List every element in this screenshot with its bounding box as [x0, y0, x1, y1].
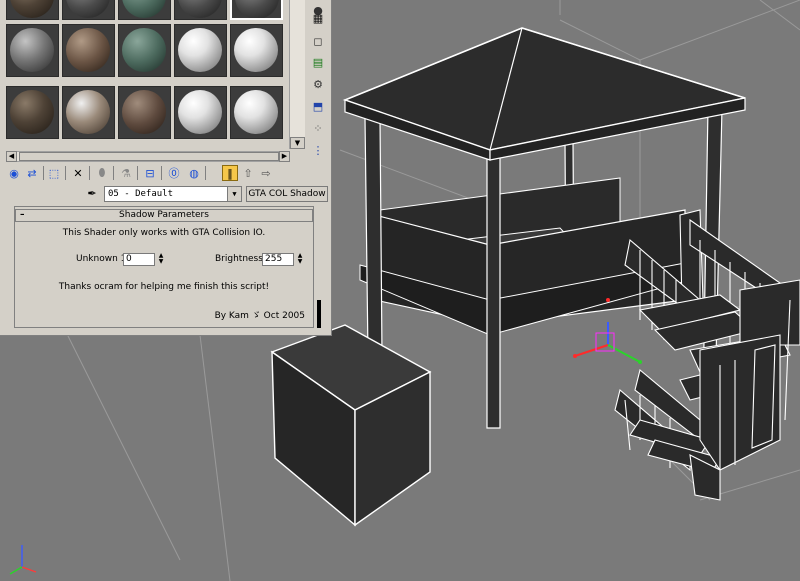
rollout-title: Shadow Parameters — [119, 210, 209, 220]
unknown-spinner-arrows-icon[interactable]: ▲ ▼ — [157, 253, 165, 266]
material-sphere-icon — [178, 0, 222, 18]
material-slot[interactable] — [174, 86, 227, 139]
material-toolbar: ◉ ⇄ ⬚ ✕ ⬮ ⚗ ⊟ ⓪ ◍ ‖ ⇧ ⇨ — [6, 165, 306, 183]
go-forward-to-sibling-icon[interactable]: ⇨ — [258, 165, 274, 181]
eyedropper-icon[interactable]: ✒ — [84, 186, 100, 202]
shader-info-text: This Shader only works with GTA Collisio… — [62, 228, 266, 238]
material-slot[interactable] — [62, 24, 115, 77]
material-sphere-icon — [234, 28, 278, 72]
show-map-in-viewport-icon[interactable]: ◍ — [186, 165, 202, 181]
material-slot[interactable] — [6, 86, 59, 139]
backlight-icon[interactable]: ◻ — [309, 33, 327, 50]
material-slot[interactable] — [62, 86, 115, 139]
material-sphere-icon — [178, 28, 222, 72]
put-to-scene-icon[interactable]: ⇄ — [24, 165, 40, 181]
material-slot[interactable] — [6, 0, 59, 20]
material-sphere-icon — [234, 90, 278, 134]
material-sphere-icon — [66, 28, 110, 72]
thanks-text: Thanks ocram for helping me finish this … — [58, 282, 270, 292]
brightness-spinner-input[interactable]: 255 — [262, 253, 294, 266]
background-color-icon[interactable]: ▤ — [309, 54, 327, 71]
material-slot[interactable] — [174, 24, 227, 77]
material-slot[interactable] — [118, 86, 171, 139]
material-slot[interactable] — [230, 0, 283, 20]
select-by-material-icon[interactable]: ⁘ — [309, 120, 327, 137]
scroll-down-arrow-icon[interactable]: ▼ — [290, 137, 305, 149]
scroll-thumb[interactable] — [19, 152, 279, 161]
shadow-parameters-rollout: – Shadow Parameters This Shader only wor… — [14, 206, 314, 328]
unknown-spinner-input[interactable]: 0 — [123, 253, 155, 266]
shader-type-button[interactable]: GTA COL Shadow — [246, 186, 328, 202]
material-slot[interactable] — [62, 0, 115, 20]
rollout-header[interactable]: – Shadow Parameters — [15, 209, 313, 222]
material-sphere-icon — [178, 90, 222, 134]
put-to-library-icon[interactable]: ⊟ — [142, 165, 158, 181]
brightness-spinner-arrows-icon[interactable]: ▲ ▼ — [296, 253, 304, 266]
make-preview-icon[interactable]: ⬒ — [309, 98, 327, 115]
slots-vertical-scrollbar[interactable]: ▼ — [289, 0, 305, 149]
material-sphere-icon — [66, 90, 110, 134]
material-sphere-icon — [235, 0, 279, 18]
scroll-left-arrow-icon[interactable]: ◀ — [6, 151, 17, 162]
material-slot[interactable] — [6, 24, 59, 77]
show-end-result-icon[interactable]: ‖ — [222, 165, 238, 181]
material-sphere-icon — [10, 28, 54, 72]
slots-horizontal-scrollbar[interactable]: ◀ ▶ — [6, 151, 290, 162]
scroll-right-arrow-icon[interactable]: ▶ — [279, 151, 290, 162]
material-editor-panel: ▼ ● ▦ ◻ ▤ ⚙ ⬒ ⁘ ⋮ ◀ ▶ ◉ ⇄ ⬚ ✕ ⬮ ⚗ ⊟ ⓪ ◍ … — [0, 0, 332, 336]
material-slot[interactable] — [230, 86, 283, 139]
material-navigator-icon[interactable]: ⋮ — [309, 142, 327, 159]
reset-material-icon[interactable]: ✕ — [70, 165, 86, 181]
copy-material-icon[interactable]: ⬮ — [94, 165, 110, 181]
unknown-label: Unknown 1: — [76, 254, 130, 264]
material-effects-channel-icon[interactable]: ⓪ — [166, 165, 182, 181]
rollout-scrollbar[interactable] — [316, 206, 322, 330]
make-unique-icon[interactable]: ⚗ — [118, 165, 134, 181]
credit-text: By Kam ゞ Oct 2005 — [214, 311, 305, 321]
material-sphere-icon — [10, 0, 54, 18]
material-sphere-icon — [10, 90, 54, 134]
material-sphere-icon — [122, 90, 166, 134]
material-sphere-icon — [66, 0, 110, 18]
options-icon[interactable]: ⚙ — [309, 76, 327, 93]
material-slot[interactable] — [118, 0, 171, 20]
material-slot[interactable] — [118, 24, 171, 77]
brightness-label: Brightness: — [215, 254, 266, 264]
checker-background-icon[interactable]: ▦ — [309, 10, 327, 27]
material-name-field[interactable]: 05 - Default ▼ — [104, 186, 242, 202]
dropdown-arrow-icon[interactable]: ▼ — [227, 187, 241, 201]
material-sphere-icon — [122, 28, 166, 72]
material-sphere-icon — [122, 0, 166, 18]
material-slot[interactable] — [174, 0, 227, 20]
get-material-icon[interactable]: ◉ — [6, 165, 22, 181]
go-to-parent-icon[interactable]: ⇧ — [240, 165, 256, 181]
collapse-icon[interactable]: – — [20, 210, 25, 221]
assign-material-icon[interactable]: ⬚ — [46, 165, 62, 181]
material-name-text: 05 - Default — [108, 189, 174, 199]
material-slot[interactable] — [230, 24, 283, 77]
